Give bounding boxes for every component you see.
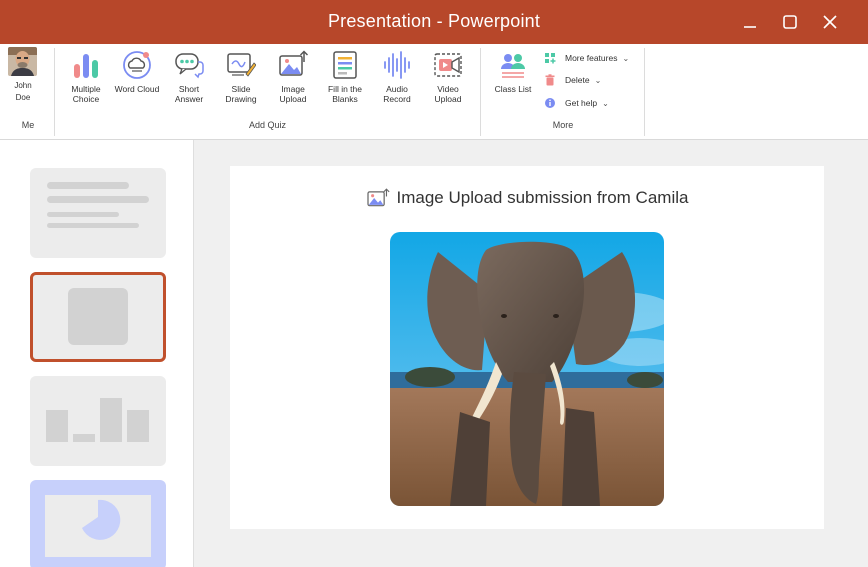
slide-drawing-icon: [227, 53, 256, 77]
slide-thumbnail-image[interactable]: [30, 272, 166, 362]
word-cloud-label: Word Cloud: [114, 84, 160, 94]
delete-label: Delete: [565, 75, 590, 85]
slide-drawing-label: Slide Drawing: [225, 84, 257, 104]
slide-drawing-button[interactable]: Slide Drawing: [216, 48, 266, 108]
window-title: Presentation - Powerpoint: [327, 11, 541, 31]
group-divider: [480, 48, 481, 136]
short-answer-button[interactable]: Short Answer: [164, 48, 214, 108]
bar-chart-icon: [74, 54, 98, 78]
audio-record-label: Audio Record: [383, 84, 411, 104]
chevron-down-icon: ⌄: [622, 53, 630, 63]
audio-wave-icon: [384, 51, 410, 79]
get-help-label: Get help: [565, 98, 598, 108]
image-upload-icon: [366, 188, 390, 207]
multiple-choice-label: Multiple Choice: [71, 84, 101, 104]
grid-plus-icon: [544, 52, 556, 64]
more-group-label: More: [552, 120, 574, 130]
word-cloud-icon: [123, 51, 151, 79]
user-name: John Doe: [14, 81, 32, 102]
short-answer-label: Short Answer: [174, 84, 204, 104]
class-list-button[interactable]: Class List: [488, 48, 538, 108]
class-list-label: Class List: [494, 84, 532, 94]
maximize-button[interactable]: [780, 12, 800, 32]
minimize-icon: [744, 26, 756, 28]
me-group-label: Me: [21, 120, 35, 130]
chevron-down-icon: ⌄: [602, 98, 609, 108]
video-upload-label: Video Upload: [434, 84, 462, 104]
word-cloud-button[interactable]: Word Cloud: [112, 48, 162, 108]
close-icon: [823, 15, 837, 29]
slide-thumbnail-text[interactable]: [30, 168, 166, 258]
submission-title: Image Upload submission from Camila: [396, 188, 689, 207]
submission-heading: Image Upload submission from Camila: [230, 188, 824, 208]
multiple-choice-button[interactable]: Multiple Choice: [61, 48, 111, 108]
image-upload-icon: [279, 50, 308, 76]
group-divider: [644, 48, 645, 136]
chevron-down-icon: ⌄: [594, 75, 602, 85]
image-upload-label: Image Upload: [279, 84, 307, 104]
elephant-photo: [390, 232, 664, 506]
minimize-button[interactable]: [740, 12, 760, 32]
more-features-button[interactable]: More features ⌄: [544, 50, 629, 66]
audio-record-button[interactable]: Audio Record: [372, 48, 422, 108]
add-quiz-group-label: Add Quiz: [248, 120, 287, 130]
people-icon: [501, 54, 525, 78]
delete-button[interactable]: Delete ⌄: [544, 72, 601, 88]
video-upload-icon: [434, 53, 462, 77]
avatar[interactable]: [8, 47, 37, 76]
maximize-icon: [783, 15, 797, 29]
image-upload-button[interactable]: Image Upload: [268, 48, 318, 108]
get-help-button[interactable]: Get help ⌄: [544, 95, 609, 111]
video-upload-button[interactable]: Video Upload: [423, 48, 473, 108]
slides-panel: [0, 140, 194, 567]
speech-bubbles-icon: [175, 53, 204, 79]
more-features-label: More features: [565, 53, 618, 63]
fill-in-the-blanks-button[interactable]: Fill in the Blanks: [320, 48, 370, 108]
ribbon: John Doe Me Multiple Choice Word Cloud S…: [0, 44, 868, 140]
info-icon: [544, 97, 556, 109]
slide-thumbnail-bar-chart[interactable]: [30, 376, 166, 466]
slide-thumbnail-pie-chart[interactable]: [30, 480, 166, 567]
title-bar: Presentation - Powerpoint: [0, 0, 868, 44]
trash-icon: [544, 74, 556, 86]
submitted-image: [390, 232, 664, 506]
slide-canvas: Image Upload submission from Camila: [230, 166, 824, 529]
fill-in-the-blanks-label: Fill in the Blanks: [327, 84, 362, 104]
fill-blanks-icon: [333, 51, 357, 79]
close-button[interactable]: [820, 12, 840, 32]
